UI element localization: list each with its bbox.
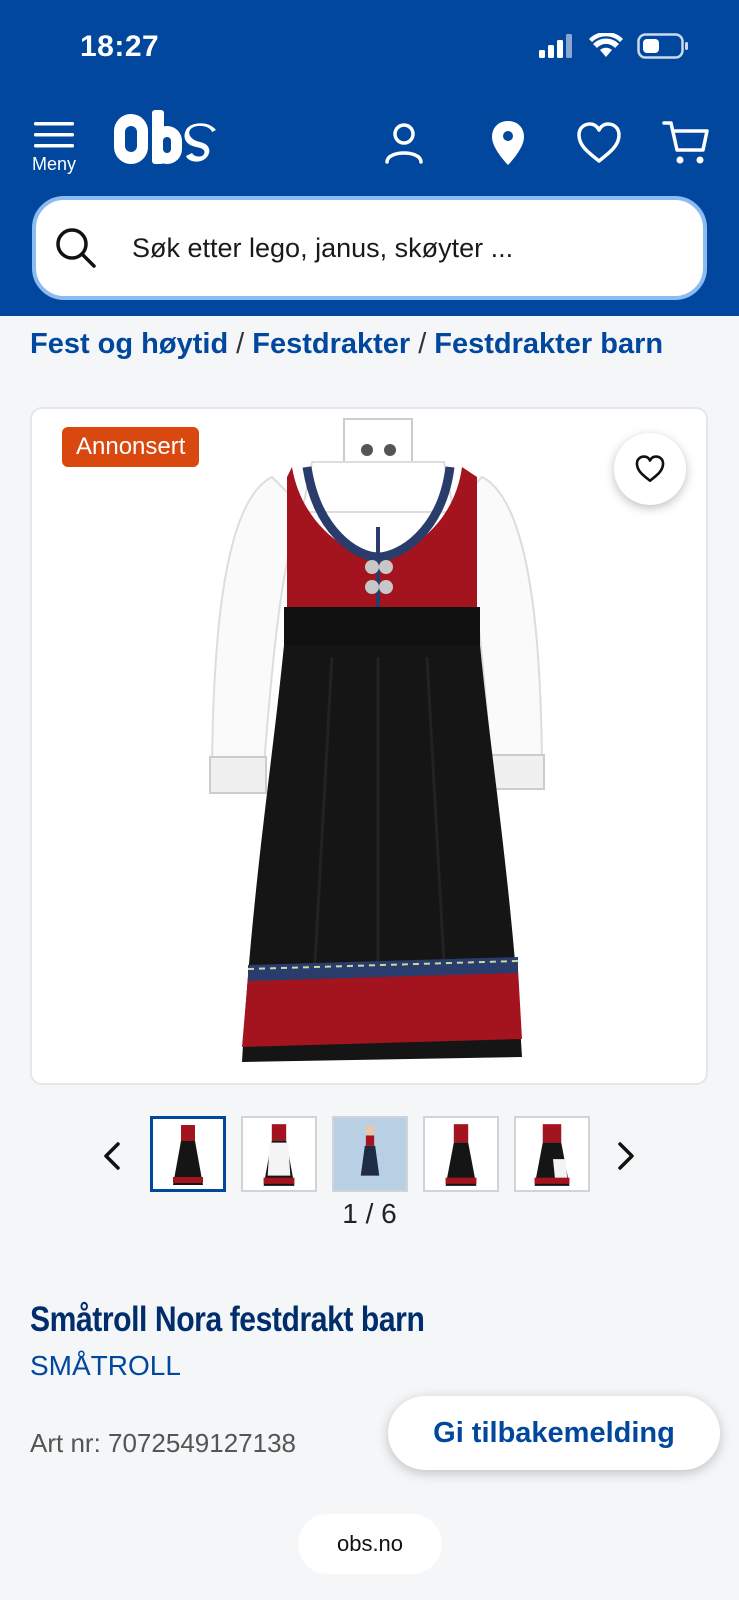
- favorite-button[interactable]: [614, 433, 686, 505]
- breadcrumb-separator: /: [418, 328, 427, 360]
- search-input[interactable]: [132, 232, 692, 264]
- heart-icon: [577, 122, 621, 163]
- menu-button[interactable]: Meny: [26, 116, 82, 182]
- heart-outline-icon: [635, 455, 665, 483]
- product-brand[interactable]: SMÅTROLL: [30, 1350, 181, 1382]
- cart-button[interactable]: [660, 118, 712, 168]
- location-pin-icon: [492, 121, 524, 165]
- product-image-card[interactable]: Annonsert: [30, 407, 708, 1085]
- sponsored-badge: Annonsert: [62, 427, 200, 467]
- thumbnail-image: [534, 1124, 570, 1186]
- account-button[interactable]: [380, 118, 428, 168]
- search-icon: [56, 228, 96, 268]
- status-icons: [539, 33, 689, 59]
- product-image: [209, 418, 545, 1062]
- thumbnail-2[interactable]: [241, 1116, 317, 1192]
- article-number: Art nr: 7072549127138: [30, 1428, 296, 1458]
- carousel-next-button[interactable]: [606, 1136, 646, 1176]
- wifi-icon: [589, 33, 623, 57]
- store-locator-button[interactable]: [484, 118, 532, 168]
- browser-url-pill[interactable]: obs.no: [298, 1514, 442, 1574]
- thumbnail-5[interactable]: [514, 1116, 590, 1192]
- chevron-left-icon: [104, 1142, 120, 1170]
- signal-icon: [539, 34, 572, 58]
- favorites-button[interactable]: [574, 118, 624, 168]
- thumbnail-3[interactable]: [332, 1116, 408, 1192]
- menu-label: Meny: [31, 154, 76, 174]
- breadcrumb-item-festdrakter-barn[interactable]: Festdrakter barn: [434, 328, 663, 360]
- thumbnail-image: [360, 1125, 380, 1176]
- chevron-right-icon: [618, 1142, 634, 1170]
- breadcrumb-item-festdrakter[interactable]: Festdrakter: [252, 328, 410, 360]
- feedback-button[interactable]: Gi tilbakemelding: [388, 1396, 720, 1470]
- product-title: Småtroll Nora festdrakt barn: [30, 1300, 425, 1339]
- thumbnail-4[interactable]: [423, 1116, 499, 1192]
- cart-icon: [662, 121, 709, 164]
- thumbnail-image: [445, 1124, 477, 1186]
- thumbnail-image: [263, 1124, 295, 1186]
- breadcrumb-separator: /: [236, 328, 245, 360]
- battery-icon: [637, 33, 688, 59]
- breadcrumb: Fest og høytid / Festdrakter / Festdrakter b…: [30, 328, 663, 361]
- status-time: 18:27: [80, 30, 160, 63]
- thumbnail-1[interactable]: [150, 1116, 226, 1192]
- carousel-prev-button[interactable]: [92, 1136, 132, 1176]
- account-icon: [385, 123, 423, 164]
- hamburger-icon: [34, 122, 74, 148]
- app-header: 18:27 Meny: [0, 0, 739, 316]
- gallery-counter: 1 / 6: [342, 1198, 397, 1229]
- obs-logo[interactable]: [112, 108, 216, 175]
- thumbnail-carousel: [0, 1116, 739, 1196]
- thumbnail-image: [173, 1125, 203, 1185]
- search-bar[interactable]: [32, 196, 707, 300]
- breadcrumb-item-fest-og-hoytid[interactable]: Fest og høytid: [30, 328, 228, 360]
